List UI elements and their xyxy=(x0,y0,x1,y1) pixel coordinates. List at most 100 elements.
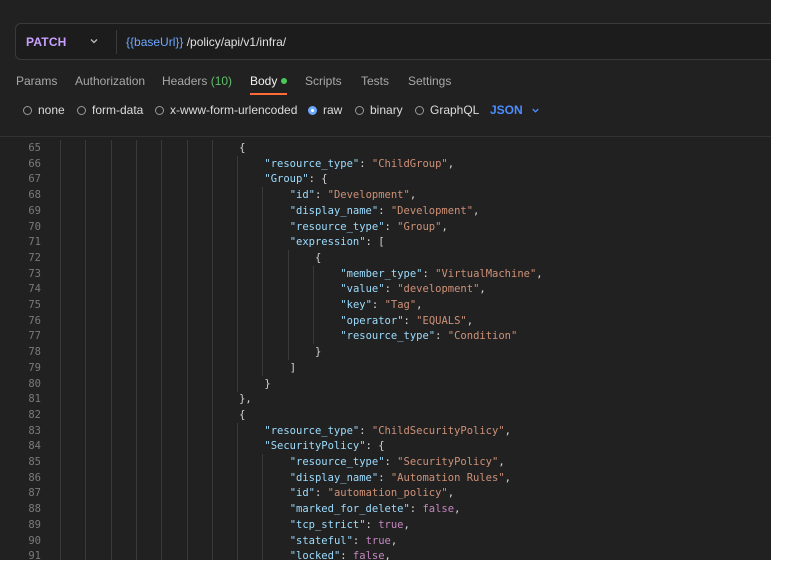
code-line: 91 "locked": false, xyxy=(0,548,771,560)
http-method-select[interactable]: PATCH xyxy=(26,35,67,49)
code-line: 80} xyxy=(0,375,771,392)
line-number: 86 xyxy=(28,471,41,484)
radio-x-www-form-urlencoded[interactable]: x-www-form-urlencoded xyxy=(155,103,297,117)
indent-guide xyxy=(85,202,87,219)
indent-guide xyxy=(161,155,163,172)
radio-raw[interactable]: raw xyxy=(308,103,342,117)
indent-guide xyxy=(211,187,213,204)
json-key: "resource_type" xyxy=(340,330,436,343)
radio-binary[interactable]: binary xyxy=(355,103,403,117)
indent-guide xyxy=(237,532,239,549)
indent-guide xyxy=(135,155,137,172)
json-punctuation: , xyxy=(416,299,423,311)
radio-none[interactable]: none xyxy=(23,103,65,117)
indent-guide xyxy=(186,187,188,204)
tab-scripts[interactable]: Scripts xyxy=(305,74,342,88)
indent-guide xyxy=(85,281,87,298)
line-number: 89 xyxy=(28,518,41,531)
tab-body[interactable]: Body xyxy=(250,74,288,88)
radio-graphql[interactable]: GraphQL xyxy=(415,103,479,117)
status-dot-icon xyxy=(281,78,288,84)
radio-form-data[interactable]: form-data xyxy=(77,103,143,117)
json-punctuation: : xyxy=(403,314,417,327)
code-text: "display_name": "Development", xyxy=(290,203,480,219)
indent-guide xyxy=(262,312,264,329)
code-text: "value": "development", xyxy=(340,281,485,297)
indent-guide xyxy=(60,218,61,235)
indent-guide xyxy=(135,516,137,533)
indent-guide xyxy=(287,249,289,266)
indent-guide xyxy=(85,249,87,266)
tab-settings[interactable]: Settings xyxy=(408,74,451,88)
indent-guide xyxy=(85,312,87,329)
indent-guide xyxy=(60,344,61,361)
indent-guide xyxy=(161,516,163,533)
indent-guide xyxy=(110,218,112,235)
json-punctuation: : xyxy=(359,157,372,170)
indent-guide xyxy=(135,485,137,502)
tab-tests[interactable]: Tests xyxy=(361,74,389,88)
indent-guide xyxy=(110,391,112,408)
indent-guide xyxy=(287,297,289,313)
indent-guide xyxy=(161,328,163,345)
code-text: "display_name": "Automation Rules", xyxy=(290,470,511,486)
indent-guide xyxy=(211,532,213,549)
indent-guide xyxy=(161,218,163,235)
json-punctuation: , xyxy=(384,550,391,560)
indent-guide xyxy=(110,265,112,282)
indent-guide xyxy=(60,171,61,188)
line-number: 67 xyxy=(28,173,41,186)
indent-guide xyxy=(237,438,239,455)
indent-guide xyxy=(110,454,112,470)
indent-guide xyxy=(135,438,137,455)
indent-guide xyxy=(110,516,112,533)
tab-label: Authorization xyxy=(75,74,146,88)
indent-guide xyxy=(85,187,87,204)
indent-guide xyxy=(60,501,61,518)
indent-guide xyxy=(135,359,137,376)
indent-guide xyxy=(262,501,264,518)
indent-guide xyxy=(211,485,213,502)
indent-guide xyxy=(110,328,112,345)
indent-guide xyxy=(262,359,264,376)
indent-guide xyxy=(161,454,163,470)
code-line: 75 "key": "Tag", xyxy=(0,297,771,313)
json-punctuation: : xyxy=(384,283,398,296)
radio-icon xyxy=(155,106,164,115)
chevron-down-icon[interactable] xyxy=(530,105,541,116)
indent-guide xyxy=(85,485,87,502)
indent-guide xyxy=(237,202,239,219)
indent-guide xyxy=(110,485,112,502)
code-line: 70 "resource_type": "Group", xyxy=(0,218,771,235)
indent-guide xyxy=(85,422,87,439)
indent-guide xyxy=(110,501,112,518)
line-number: 76 xyxy=(28,314,41,327)
json-key: "key" xyxy=(340,299,372,311)
tab-authorization[interactable]: Authorization xyxy=(75,74,145,88)
tab-headers[interactable]: Headers (10) xyxy=(162,74,232,88)
json-punctuation: : xyxy=(314,189,328,202)
line-number: 69 xyxy=(28,204,41,217)
indent-guide xyxy=(186,312,188,329)
indent-guide xyxy=(60,249,61,266)
line-number: 84 xyxy=(28,440,41,453)
indent-guide xyxy=(135,391,137,408)
indent-guide xyxy=(186,297,188,313)
json-string: "Automation Rules" xyxy=(390,471,505,484)
indent-guide xyxy=(60,375,61,392)
json-key: "SecurityPolicy" xyxy=(264,440,366,453)
indent-guide xyxy=(60,155,61,172)
chevron-down-icon[interactable] xyxy=(88,35,100,47)
code-text: "stateful": true, xyxy=(290,533,398,549)
url-input[interactable]: {{baseUrl}} /policy/api/v1/infra/ xyxy=(126,35,286,49)
line-number: 68 xyxy=(28,189,41,202)
code-editor[interactable]: 65 {66 "resource_type": "ChildGroup", 67 "Gr… xyxy=(0,138,771,560)
code-line: 86 "display_name": "Automation Rules", xyxy=(0,469,771,486)
indent-guide xyxy=(161,202,163,219)
indent-guide xyxy=(135,406,137,423)
json-key: "display_name" xyxy=(289,204,379,217)
tab-params[interactable]: Params xyxy=(16,74,57,88)
indent-guide xyxy=(85,234,87,251)
indent-guide xyxy=(161,265,163,282)
language-select[interactable]: JSON xyxy=(490,103,523,117)
